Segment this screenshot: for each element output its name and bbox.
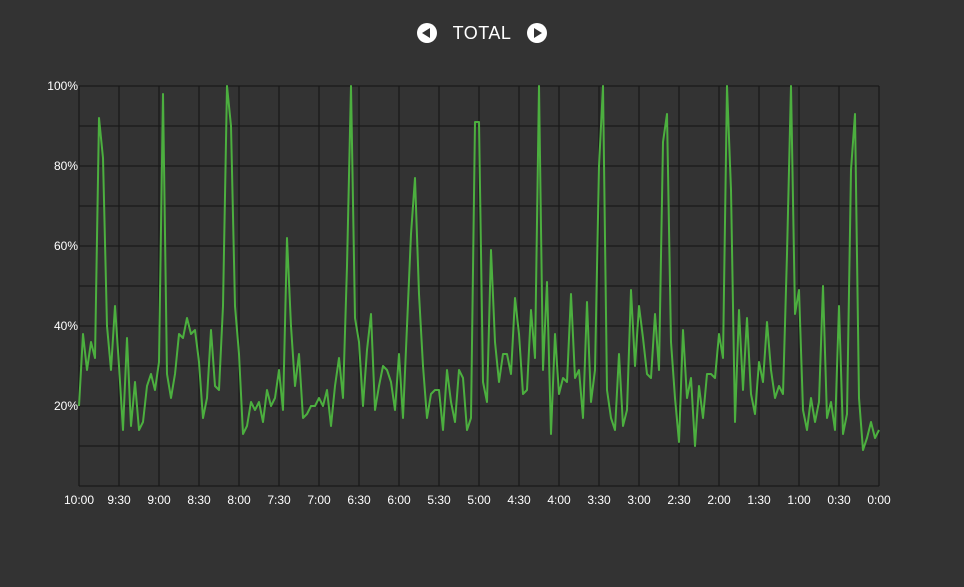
y-tick-label: 20% — [54, 399, 78, 413]
y-tick-label: 60% — [54, 239, 78, 253]
x-tick-label: 9:30 — [107, 493, 131, 507]
line-chart: 100% 80% 60% 40% 20% 10:00 9:30 9:00 8:30 8:00 7:3… — [47, 79, 891, 507]
x-tick-label: 8:00 — [227, 493, 251, 507]
y-tick-label: 40% — [54, 319, 78, 333]
x-tick-label: 6:00 — [387, 493, 411, 507]
y-tick-label: 100% — [47, 79, 78, 93]
x-tick-label: 0:30 — [827, 493, 851, 507]
x-tick-label: 6:30 — [347, 493, 371, 507]
x-tick-label: 9:00 — [147, 493, 171, 507]
x-tick-label: 5:30 — [427, 493, 451, 507]
x-tick-label: 4:00 — [547, 493, 571, 507]
x-tick-label: 1:30 — [747, 493, 771, 507]
x-tick-label: 0:00 — [867, 493, 891, 507]
x-tick-label: 2:00 — [707, 493, 731, 507]
x-tick-label: 8:30 — [187, 493, 211, 507]
x-tick-label: 1:00 — [787, 493, 811, 507]
y-tick-label: 80% — [54, 159, 78, 173]
x-tick-label: 7:30 — [267, 493, 291, 507]
x-tick-label: 3:30 — [587, 493, 611, 507]
x-tick-label: 7:00 — [307, 493, 331, 507]
x-tick-label: 10:00 — [64, 493, 94, 507]
x-tick-label: 5:00 — [467, 493, 491, 507]
x-tick-label: 4:30 — [507, 493, 531, 507]
x-tick-label: 2:30 — [667, 493, 691, 507]
x-tick-label: 3:00 — [627, 493, 651, 507]
